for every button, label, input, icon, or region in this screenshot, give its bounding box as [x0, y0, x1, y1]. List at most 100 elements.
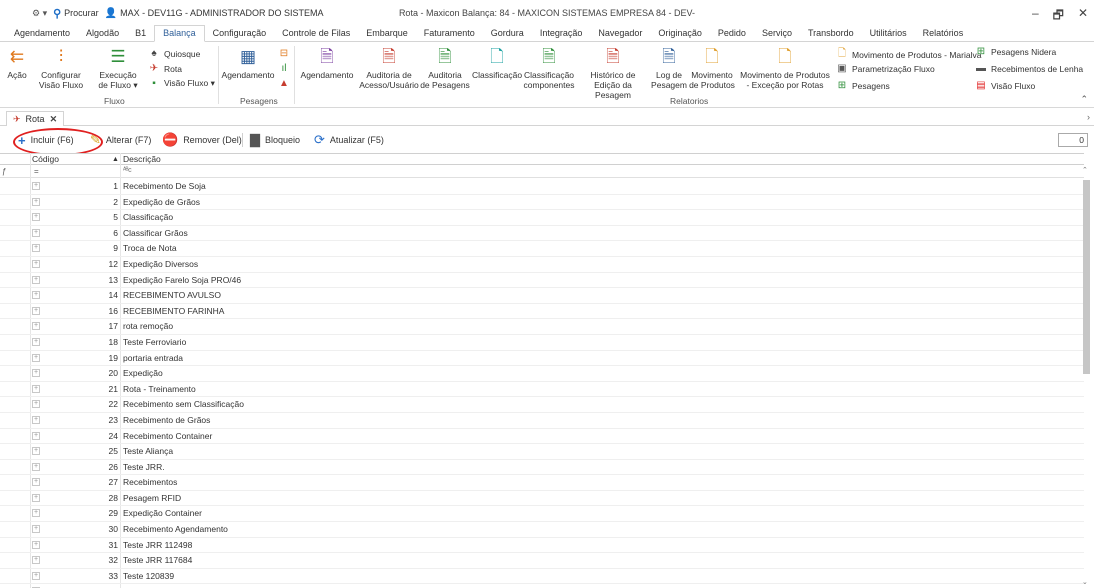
expand-icon[interactable]: + — [32, 493, 40, 502]
movimento-produtos-button[interactable]: 🗋 Movimento de Produtos — [688, 46, 736, 90]
parametrizacao-button[interactable]: ▣ Parametrização Fluxo — [836, 63, 934, 74]
alterar-button[interactable]: ✎ Alterar (F7) — [90, 130, 151, 150]
menu-tab-configuracao[interactable]: Configuração — [205, 28, 275, 41]
table-row[interactable]: +28 Pesagem RFID — [0, 491, 1084, 507]
menu-tab-relatorios[interactable]: Relatórios — [915, 28, 972, 41]
mov-marialva-button[interactable]: 🗋 Movimento de Produtos - Marialva — [836, 46, 981, 63]
table-row[interactable]: +14 RECEBIMENTO AVULSO — [0, 288, 1084, 304]
expand-icon[interactable]: + — [32, 462, 40, 471]
recebimentos-lenha-button[interactable]: ▬ Recebimentos de Lenha — [975, 63, 1083, 74]
expand-icon[interactable]: + — [32, 540, 40, 549]
table-row[interactable]: +29 Expedição Container — [0, 506, 1084, 523]
tab-close-icon[interactable]: ✕ — [50, 114, 58, 125]
pesagens-tool-1[interactable]: ⊟ — [278, 48, 290, 59]
table-row[interactable]: +18 Teste Ferroviario — [0, 335, 1084, 351]
table-row[interactable]: +9 Troca de Nota — [0, 241, 1084, 257]
table-row[interactable]: +24 Recebimento Container — [0, 429, 1084, 445]
table-row[interactable]: +12 Expedição Diversos — [0, 257, 1084, 273]
rel-pesagens-button[interactable]: ⊞ Pesagens — [836, 80, 890, 91]
table-row[interactable]: +6 Classificar Grãos — [0, 226, 1084, 242]
vertical-scrollbar[interactable]: ⌃ ⌄ — [1082, 166, 1090, 586]
table-row[interactable]: +13 Expedição Farelo Soja PRO/46 — [0, 273, 1084, 289]
menu-tab-agendamento[interactable]: Agendamento — [6, 28, 78, 41]
menu-tab-b1[interactable]: B1 — [127, 28, 154, 41]
close-button[interactable]: ✕ — [1078, 6, 1088, 27]
maximize-button[interactable]: 🗗 — [1053, 6, 1064, 27]
expand-icon[interactable]: + — [32, 556, 40, 565]
table-row[interactable]: +1 Recebimento De Soja — [0, 179, 1084, 195]
table-row[interactable]: +31 Teste JRR 112498 — [0, 538, 1084, 554]
auditoria-acesso-button[interactable]: 🗎 Auditoria de Acesso/Usuário — [359, 46, 419, 90]
expand-icon[interactable]: + — [32, 275, 40, 284]
expand-icon[interactable]: + — [32, 400, 40, 409]
expand-icon[interactable]: + — [32, 306, 40, 315]
expand-icon[interactable]: + — [32, 228, 40, 237]
expand-icon[interactable]: + — [32, 182, 40, 190]
menu-tab-algodao[interactable]: Algodão — [78, 28, 127, 41]
user-menu[interactable]: 👤 MAX - DEV11G - ADMINISTRADOR DO SISTEM… — [105, 8, 324, 19]
expand-icon[interactable]: + — [32, 571, 40, 580]
configurar-visao-fluxo-button[interactable]: ⫶ Configurar Visão Fluxo — [36, 46, 86, 90]
rel-agendamento-button[interactable]: 🗎 Agendamento — [300, 46, 354, 80]
menu-tab-navegador[interactable]: Navegador — [590, 28, 650, 41]
search-button[interactable]: ⚲ Procurar — [53, 7, 99, 20]
expand-icon[interactable]: + — [32, 259, 40, 268]
filter-row[interactable]: ƒ = ᴬᴮc — [0, 166, 1084, 178]
rota-button[interactable]: ✈ Rota — [148, 63, 182, 74]
menu-tab-embarque[interactable]: Embarque — [358, 28, 416, 41]
table-row[interactable]: +27 Recebimentos — [0, 475, 1084, 491]
minimize-button[interactable]: – — [1032, 6, 1039, 27]
visao-fluxo-button[interactable]: ▪ Visão Fluxo ▾ — [148, 78, 215, 89]
menu-tab-pedido[interactable]: Pedido — [710, 28, 754, 41]
menu-tab-gordura[interactable]: Gordura — [483, 28, 532, 41]
table-row[interactable]: +22 Recebimento sem Classificação — [0, 397, 1084, 413]
menu-tab-faturamento[interactable]: Faturamento — [416, 28, 483, 41]
tab-rota[interactable]: ✈ Rota ✕ — [6, 111, 65, 126]
expand-icon[interactable]: + — [32, 415, 40, 424]
menu-tab-servico[interactable]: Serviço — [754, 28, 800, 41]
filter-descricao-operator[interactable]: ᴬᴮc — [123, 167, 132, 174]
table-row[interactable]: +25 Teste Aliança — [0, 444, 1084, 460]
table-row[interactable]: +16 RECEBIMENTO FARINHA — [0, 304, 1084, 320]
expand-icon[interactable]: + — [32, 291, 40, 300]
remover-button[interactable]: ⛔ Remover (Del) — [162, 130, 242, 150]
table-row[interactable]: +19 portaria entrada — [0, 351, 1084, 367]
expand-icon[interactable]: + — [32, 244, 40, 253]
table-row[interactable]: +17 rota remoção — [0, 319, 1084, 335]
table-row[interactable]: +32 Teste JRR 117684 — [0, 553, 1084, 569]
table-row[interactable]: +33 Teste 120839 — [0, 569, 1084, 585]
column-header-codigo[interactable]: Código — [32, 154, 59, 165]
expand-icon[interactable]: + — [32, 447, 40, 456]
menu-tab-originacao[interactable]: Originação — [650, 28, 710, 41]
table-row[interactable]: +26 Teste JRR. — [0, 460, 1084, 476]
menu-tab-controle-filas[interactable]: Controle de Filas — [274, 28, 358, 41]
table-row[interactable]: +23 Recebimento de Grãos — [0, 413, 1084, 429]
menu-tab-utilitarios[interactable]: Utilitários — [862, 28, 915, 41]
atualizar-button[interactable]: ⟳ Atualizar (F5) — [314, 130, 384, 150]
acao-button[interactable]: ⇇ Ação — [4, 46, 30, 80]
expand-icon[interactable]: + — [32, 353, 40, 362]
historico-edicao-button[interactable]: 🗎 Histórico de Edição da Pesagem — [578, 46, 648, 100]
scroll-up-icon[interactable]: ⌃ — [1082, 166, 1088, 174]
incluir-button[interactable]: + Incluir (F6) — [18, 130, 74, 150]
quiosque-button[interactable]: ♠ Quiosque — [148, 48, 200, 59]
expand-icon[interactable]: + — [32, 431, 40, 440]
pesagens-tool-3[interactable]: ▲ — [278, 78, 290, 89]
expand-icon[interactable]: + — [32, 384, 40, 393]
table-row[interactable]: +36Pesagem Container Vazio — [0, 584, 1084, 588]
table-row[interactable]: +30 Recebimento Agendamento — [0, 522, 1084, 538]
expand-icon[interactable]: + — [32, 197, 40, 206]
classificacao-button[interactable]: 🗋 Classificação — [472, 46, 522, 80]
expand-icon[interactable]: + — [32, 337, 40, 346]
expand-icon[interactable]: + — [32, 322, 40, 331]
auditoria-pesagens-button[interactable]: 🗎 Auditoria de Pesagens — [420, 46, 470, 90]
scroll-down-icon[interactable]: ⌄ — [1082, 578, 1088, 586]
filter-codigo-operator[interactable]: = — [34, 167, 39, 176]
menu-tab-integracao[interactable]: Integração — [532, 28, 591, 41]
pesagens-nidera-button[interactable]: ⊞ Pesagens Nidera — [975, 46, 1056, 57]
scrollbar-thumb[interactable] — [1083, 180, 1090, 374]
agendamento-pesagens-button[interactable]: ▦ Agendamento — [222, 46, 275, 80]
expand-icon[interactable]: + — [32, 509, 40, 518]
ribbon-collapse-icon[interactable]: ⌃ — [1080, 94, 1088, 105]
table-row[interactable]: +2 Expedição de Grãos — [0, 195, 1084, 211]
